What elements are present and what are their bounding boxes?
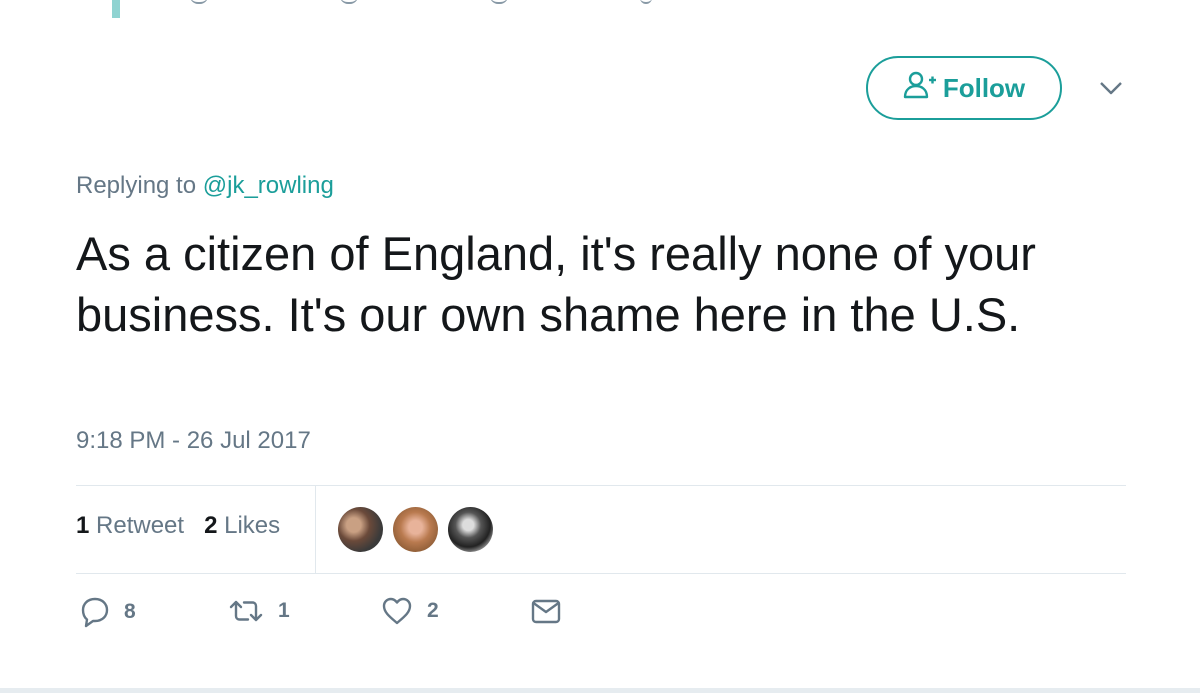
reply-icon	[81, 597, 109, 628]
bottom-divider	[0, 688, 1200, 693]
likes-stat-label: Likes	[224, 512, 281, 539]
like-count: 2	[427, 599, 439, 622]
likes-stat[interactable]: 2 Likes	[204, 512, 280, 540]
direct-message-button[interactable]	[530, 596, 562, 626]
retweet-button[interactable]: 1	[228, 596, 290, 626]
cut-like-icon	[490, 0, 508, 4]
follow-button[interactable]: Follow	[866, 56, 1062, 120]
more-options-chevron[interactable]	[1098, 78, 1124, 98]
like-button[interactable]: 2	[381, 596, 439, 626]
tweet-action-bar: 8 1 2	[0, 596, 1200, 636]
replying-handle-link[interactable]: @jk_rowling	[203, 172, 334, 199]
message-icon	[531, 599, 561, 624]
replying-prefix: Replying to	[76, 172, 197, 199]
previous-tweet-strip	[0, 0, 1200, 20]
retweet-stat[interactable]: 1 Retweet	[76, 512, 184, 540]
reply-button[interactable]: 8	[80, 596, 136, 628]
retweet-icon	[229, 600, 263, 622]
thread-line	[112, 0, 120, 18]
retweet-count: 1	[278, 599, 290, 622]
retweet-stat-label: Retweet	[96, 512, 185, 539]
avatar[interactable]	[393, 507, 438, 552]
tweet-stats: 1 Retweet 2 Likes	[76, 512, 280, 540]
cut-reply-icon	[190, 0, 208, 4]
tweet-timestamp[interactable]: 9:18 PM - 26 Jul 2017	[76, 427, 311, 455]
likes-stat-count: 2	[204, 512, 218, 539]
like-icon	[382, 597, 412, 625]
avatar[interactable]	[338, 507, 383, 552]
follow-person-icon	[903, 70, 937, 107]
stats-bottom-divider	[76, 573, 1126, 574]
tweet-text: As a citizen of England, it's really non…	[76, 227, 1036, 341]
reply-count: 8	[124, 600, 136, 623]
retweet-stat-count: 1	[76, 512, 90, 539]
cut-retweet-icon	[340, 0, 358, 4]
cut-more-icon	[640, 0, 652, 4]
replying-to: Replying to @jk_rowling	[76, 172, 334, 200]
chevron-down-icon	[1100, 82, 1122, 95]
follow-label: Follow	[942, 72, 1026, 103]
stats-top-divider	[76, 485, 1126, 486]
liker-avatars	[338, 507, 493, 552]
avatar[interactable]	[448, 507, 493, 552]
stats-vertical-divider	[315, 486, 316, 573]
